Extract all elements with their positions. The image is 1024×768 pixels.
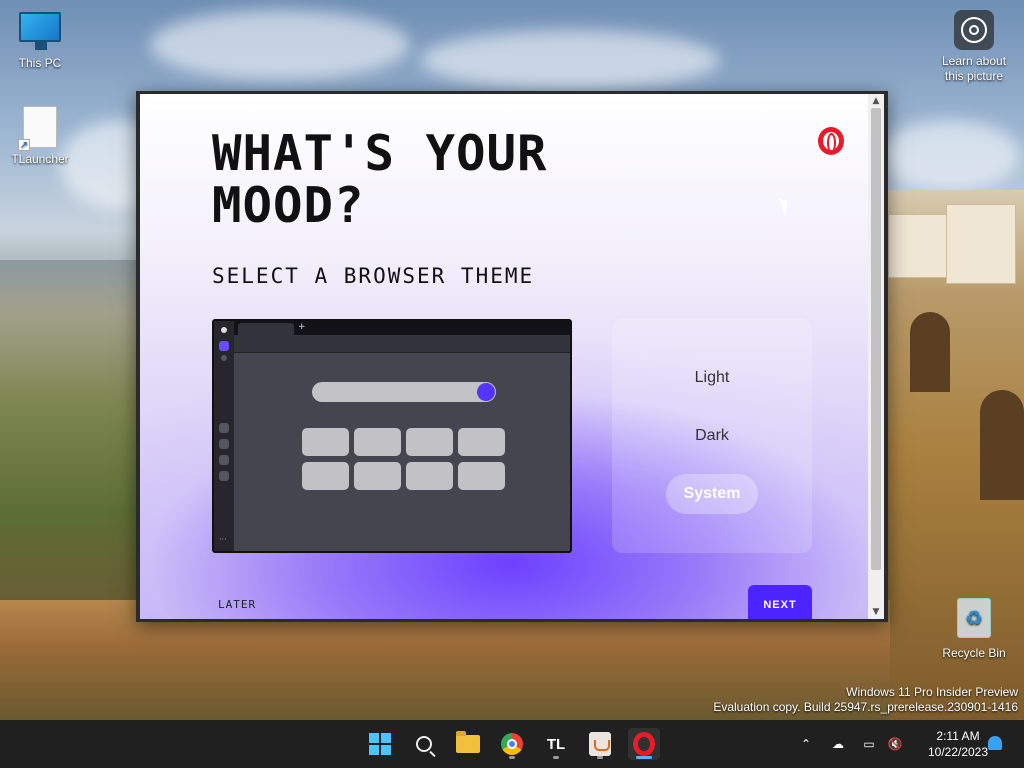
desktop-icon-label: TLauncher bbox=[11, 152, 69, 166]
theme-preview: ··· + bbox=[212, 319, 572, 553]
scroll-down-icon[interactable]: ▼ bbox=[868, 605, 884, 619]
desktop-icon-recycle-bin[interactable]: ♻ Recycle Bin bbox=[934, 598, 1014, 660]
file-shortcut-icon: ↗ bbox=[18, 106, 57, 151]
show-hidden-icons-chevron-icon[interactable]: ⌃ bbox=[796, 720, 816, 768]
computer-icon bbox=[19, 12, 61, 50]
window-scrollbar[interactable]: ▲ ▼ bbox=[868, 94, 884, 619]
preview-tab bbox=[238, 323, 294, 335]
preview-speed-dial-tile bbox=[406, 428, 453, 456]
preview-speed-dial-tile bbox=[302, 428, 349, 456]
volume-muted-icon[interactable]: 🔇 bbox=[884, 720, 906, 768]
desktop-icon-learn-about-picture[interactable]: Learn about this picture bbox=[934, 10, 1014, 84]
page-title: WHAT'S YOUR MOOD? bbox=[212, 125, 548, 234]
preview-speed-dial-tile bbox=[458, 428, 505, 456]
start-icon[interactable] bbox=[364, 728, 396, 760]
network-icon[interactable]: ▭ bbox=[858, 720, 880, 768]
opera-onboarding-window: WHAT'S YOUR MOOD? SELECT A BROWSER THEME… bbox=[136, 91, 888, 622]
preview-speed-dial-tile bbox=[302, 462, 349, 490]
theme-options: Light Dark System bbox=[612, 319, 812, 553]
preview-speed-dial-tile bbox=[406, 462, 453, 490]
later-button[interactable]: LATER bbox=[218, 598, 256, 611]
desktop-icon-label: This PC bbox=[18, 56, 62, 70]
preview-search-icon bbox=[477, 383, 495, 401]
watermark-line-1: Windows 11 Pro Insider Preview bbox=[846, 685, 1018, 699]
chrome-icon[interactable] bbox=[496, 728, 528, 760]
desktop-icon-this-pc[interactable]: This PC bbox=[0, 12, 80, 70]
theme-option-light[interactable]: Light bbox=[666, 358, 758, 398]
taskbar: TL ⌃ ☁ ▭ 🔇 2:11 AM 10/22/2023 bbox=[0, 720, 1024, 768]
windows-watermark: Windows 11 Pro Insider Preview Evaluatio… bbox=[713, 685, 1018, 715]
preview-speed-dial-tile bbox=[458, 462, 505, 490]
scroll-up-icon[interactable]: ▲ bbox=[868, 94, 884, 108]
onedrive-cloud-icon[interactable]: ☁ bbox=[826, 720, 850, 768]
preview-new-tab-icon: + bbox=[298, 322, 306, 332]
opera-icon[interactable] bbox=[628, 728, 660, 760]
watermark-line-2: Evaluation copy. Build 25947.rs_prerelea… bbox=[713, 700, 1018, 714]
search-icon[interactable] bbox=[408, 728, 440, 760]
preview-speed-dial-tile bbox=[354, 428, 401, 456]
theme-option-system[interactable]: System bbox=[666, 474, 758, 514]
opera-logo-icon bbox=[818, 127, 844, 155]
theme-option-dark[interactable]: Dark bbox=[666, 416, 758, 456]
file-explorer-icon[interactable] bbox=[452, 728, 484, 760]
desktop-icon-label: Learn about this picture bbox=[941, 54, 1007, 83]
desktop-icon-label: Recycle Bin bbox=[942, 646, 1006, 660]
preview-sidebar: ··· bbox=[214, 321, 234, 551]
tlauncher-icon[interactable]: TL bbox=[540, 728, 572, 760]
onboarding-panel: WHAT'S YOUR MOOD? SELECT A BROWSER THEME… bbox=[140, 94, 868, 619]
desktop-icon-tlauncher[interactable]: ↗ TLauncher bbox=[0, 106, 80, 166]
preview-search-bar bbox=[312, 382, 496, 402]
recycle-bin-icon: ♻ bbox=[957, 598, 991, 638]
scrollbar-thumb[interactable] bbox=[871, 108, 881, 570]
page-subtitle: SELECT A BROWSER THEME bbox=[212, 264, 535, 288]
preview-speed-dial-tile bbox=[354, 462, 401, 490]
next-button[interactable]: NEXT bbox=[748, 585, 812, 619]
preview-address-bar bbox=[234, 335, 570, 353]
notification-bell-icon[interactable] bbox=[988, 736, 1002, 750]
java-icon[interactable] bbox=[584, 728, 616, 760]
camera-info-icon bbox=[954, 10, 994, 50]
